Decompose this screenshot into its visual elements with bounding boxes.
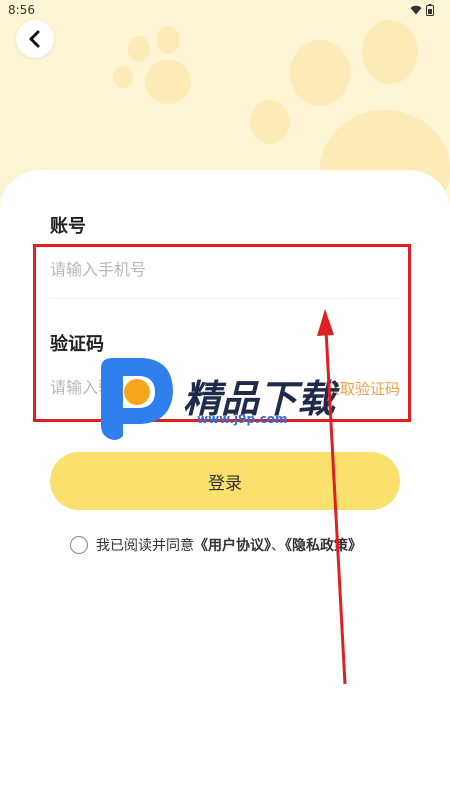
annotation-arrow-icon <box>317 309 347 685</box>
